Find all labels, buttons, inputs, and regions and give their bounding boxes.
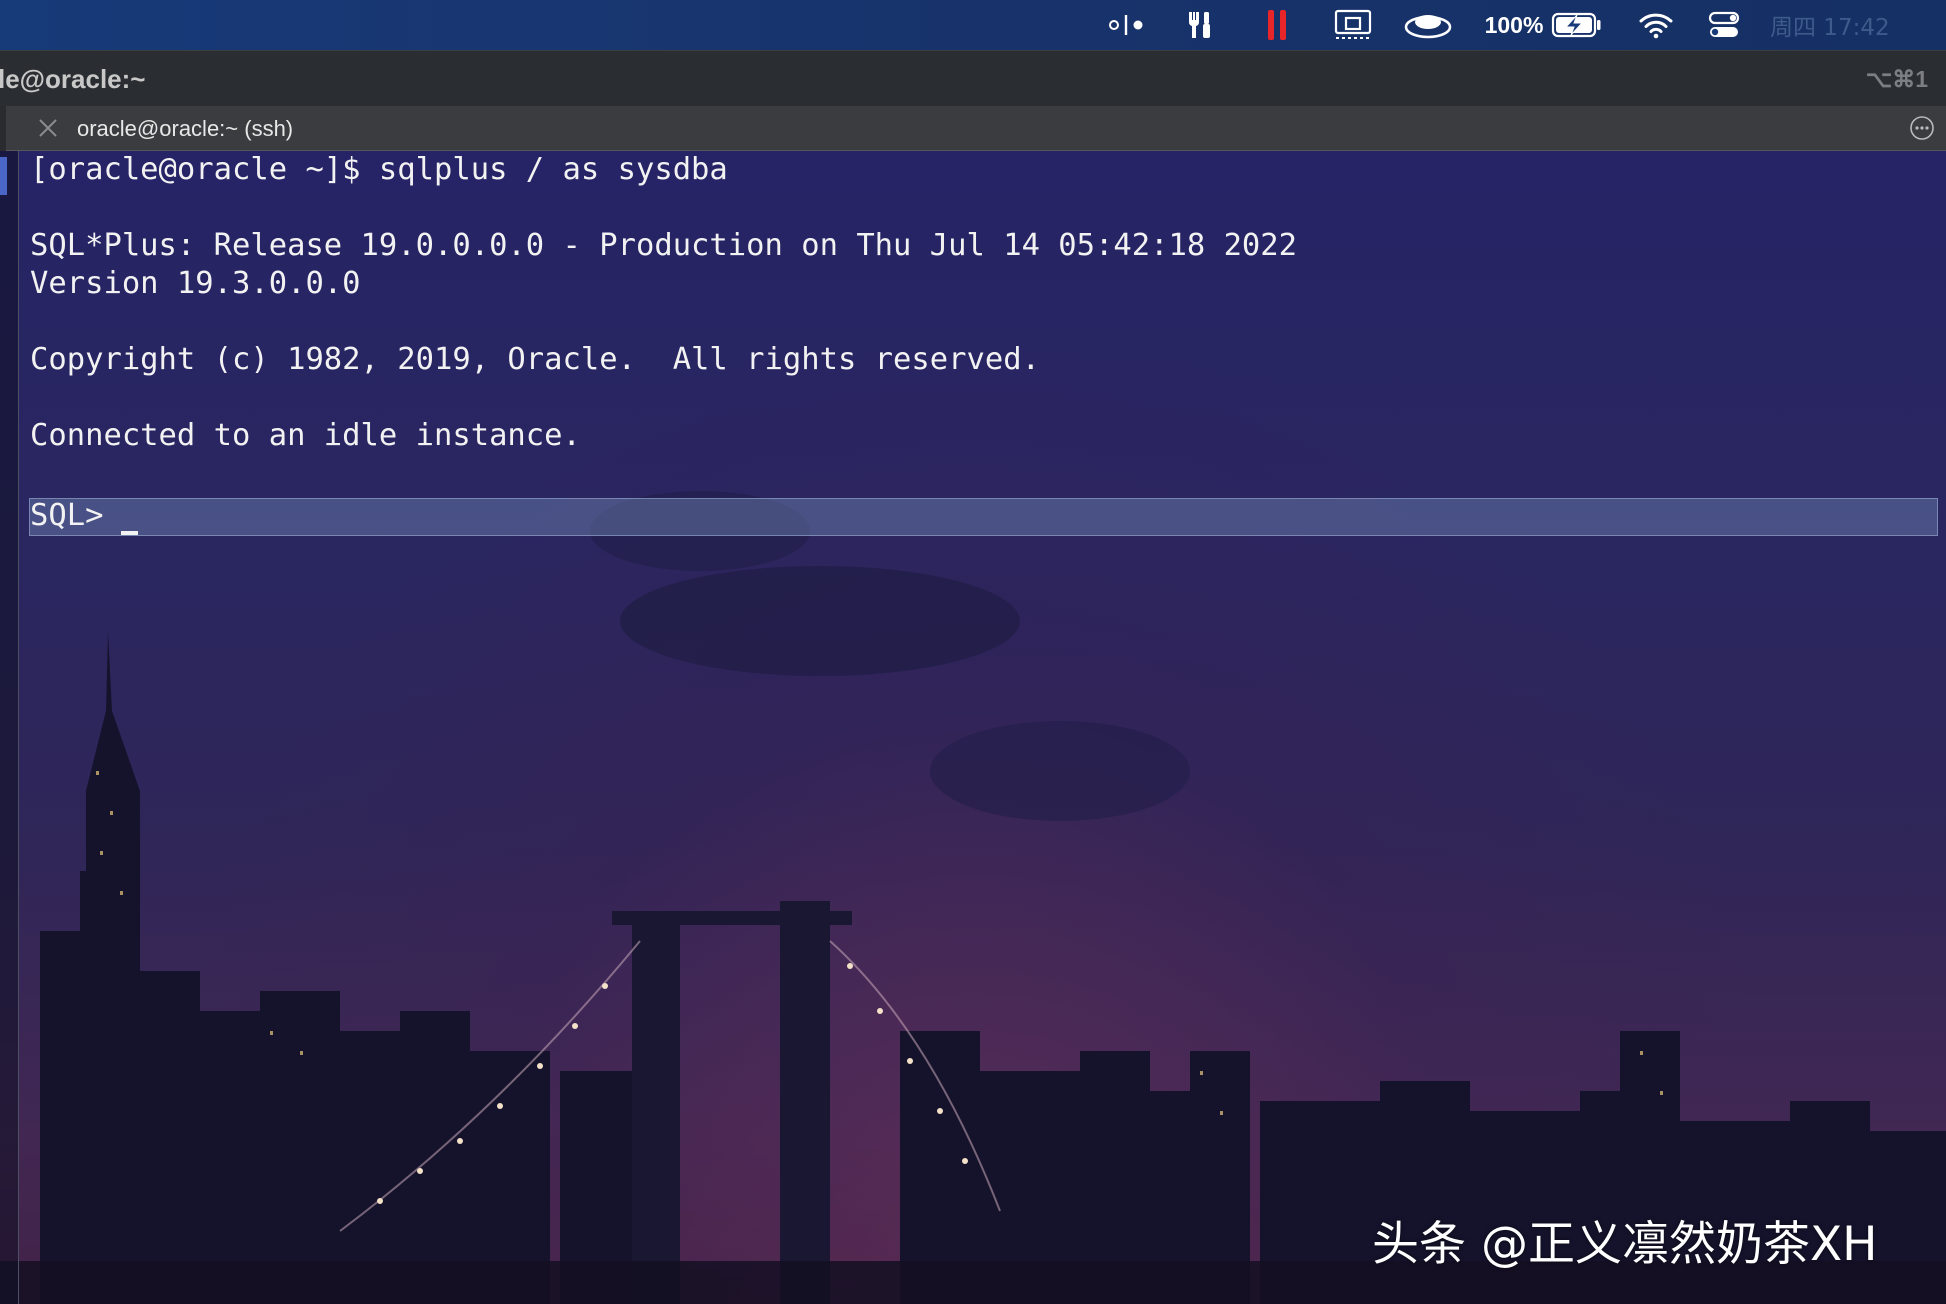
battery-charging-icon[interactable] xyxy=(1550,0,1604,50)
tab-ssh-session[interactable]: oracle@oracle:~ (ssh) xyxy=(77,106,293,151)
wifi-icon[interactable] xyxy=(1636,0,1676,50)
sql-prompt[interactable]: SQL> xyxy=(30,497,122,535)
terminal-line-6: Copyright (c) 1982, 2019, Oracle. All ri… xyxy=(30,342,1040,377)
terminal-pane[interactable]: [oracle@oracle ~]$ sqlplus / as sysdba S… xyxy=(0,151,1946,1304)
terminal-line-4: Version 19.3.0.0.0 xyxy=(30,266,361,301)
window-shortcut: ⌥⌘1 xyxy=(1865,65,1928,92)
current-line-highlight xyxy=(29,498,1938,536)
battery-percent: 100% xyxy=(1484,11,1544,38)
hand-off-icon[interactable] xyxy=(1104,0,1148,50)
tab-options-button[interactable] xyxy=(1908,114,1936,142)
control-center-icon[interactable] xyxy=(1704,0,1744,50)
menu-bar: 100% 周四 17:42 xyxy=(0,0,1946,50)
terminal-line-8: Connected to an idle instance. xyxy=(30,418,581,453)
terminal-cursor xyxy=(121,531,138,535)
desktop-screen: 100% 周四 17:42 le@oracle:~ ⌥⌘1 oracle@ora… xyxy=(0,0,1946,1304)
watermark: 头条 @正义凛然奶茶XH xyxy=(1372,1216,1878,1272)
hat-icon[interactable] xyxy=(1402,0,1454,50)
menubar-clock[interactable]: 周四 17:42 xyxy=(1770,0,1890,50)
screen-mirroring-icon[interactable] xyxy=(1330,0,1376,50)
tab-bar: oracle@oracle:~ (ssh) xyxy=(0,106,1946,151)
terminal-line-3: SQL*Plus: Release 19.0.0.0.0 - Productio… xyxy=(30,228,1298,263)
tab-close-button[interactable] xyxy=(34,114,62,142)
sidebar-edge xyxy=(0,106,6,151)
window-title: le@oracle:~ xyxy=(0,63,146,94)
terminal-line-1: [oracle@oracle ~]$ sqlplus / as sysdba xyxy=(30,152,728,187)
more-options-icon xyxy=(1910,116,1934,140)
active-line-marker xyxy=(0,157,7,195)
wallpaper-skyline xyxy=(0,491,1946,1304)
window-title-bar[interactable]: le@oracle:~ ⌥⌘1 xyxy=(0,50,1946,106)
close-icon xyxy=(39,119,57,137)
tools-icon[interactable] xyxy=(1180,0,1220,50)
terminal-left-gutter xyxy=(0,151,19,1304)
recording-pause-icon[interactable] xyxy=(1262,0,1292,50)
